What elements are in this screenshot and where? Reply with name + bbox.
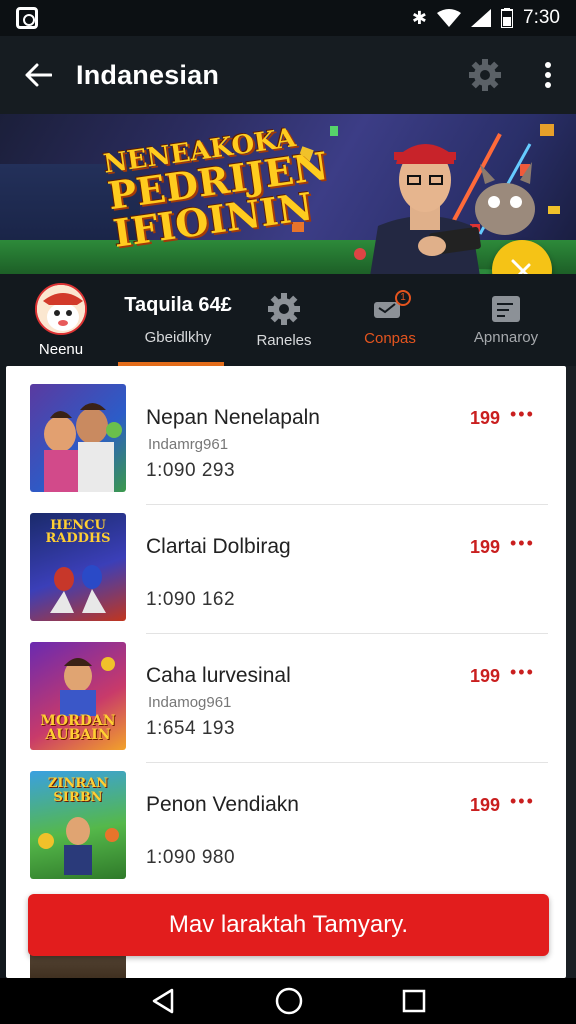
- list-item[interactable]: ZINRAN SIRBN Penon Vendiakn 1:090 980 19…: [6, 763, 566, 892]
- game-cover-image: HENCU RADDHS: [30, 513, 126, 621]
- tab-coupons[interactable]: 1 Conpas: [352, 274, 428, 366]
- status-time: 7:30: [523, 7, 560, 28]
- gear-icon: [469, 59, 501, 91]
- item-name: Clartai Dolbirag: [146, 535, 291, 558]
- coupon-badge: 1: [395, 289, 411, 306]
- item-name: Nepan Nenelapaln: [146, 406, 320, 429]
- game-cover-image: ZINRAN SIRBN: [30, 771, 126, 879]
- more-vert-icon: [545, 62, 551, 88]
- item-price: 199: [470, 408, 501, 428]
- game-cover-image: [30, 384, 126, 492]
- item-more-icon[interactable]: •••: [510, 533, 535, 554]
- tab-overview[interactable]: Taquila 64£ Gbeidlkhy: [116, 274, 240, 366]
- item-name: Caha lurvesinal: [146, 664, 291, 687]
- tab-releases[interactable]: Raneles: [246, 274, 322, 366]
- app-bar: Indanesian: [0, 36, 576, 114]
- settings-button[interactable]: [450, 36, 520, 114]
- item-number: 1:654 193: [146, 718, 236, 739]
- nav-recents-icon[interactable]: [402, 989, 426, 1013]
- wifi-icon: [437, 9, 462, 27]
- item-more-icon[interactable]: •••: [510, 662, 535, 683]
- item-subtitle: Indamrg961: [148, 436, 229, 453]
- product-list: Nepan Nenelapaln Indamrg961 1:090 293 19…: [6, 366, 566, 978]
- tab-overview-label: Gbeidlkhy: [144, 329, 212, 346]
- item-number: 1:090 162: [146, 589, 236, 610]
- nav-home-icon[interactable]: [275, 987, 303, 1015]
- tab-bar: Neenu Taquila 64£ Gbeidlkhy Raneles 1 Co…: [0, 274, 576, 366]
- arrow-back-icon: [25, 63, 52, 87]
- avatar: [35, 282, 87, 335]
- item-subtitle: Indamog961: [148, 694, 232, 711]
- screen: ✱ 7:30 Indanesian NENEAKOKA PEDRIJEN IFI…: [0, 0, 576, 1024]
- tab-overview-title: Taquila 64£: [124, 294, 232, 316]
- signal-icon: [471, 9, 492, 27]
- item-price: 199: [470, 537, 501, 557]
- item-more-icon[interactable]: •••: [510, 791, 535, 812]
- overflow-menu-button[interactable]: [520, 36, 576, 114]
- peek-edge: [566, 366, 576, 978]
- item-price: 199: [470, 795, 501, 815]
- item-number: 1:090 293: [146, 460, 236, 481]
- gear-icon: [268, 292, 300, 325]
- item-number: 1:090 980: [146, 847, 236, 868]
- tab-releases-label: Raneles: [256, 331, 312, 349]
- bluetooth-icon: ✱: [411, 7, 428, 28]
- game-cover-title: MORDAN AUBAIN: [40, 713, 116, 743]
- list-item[interactable]: MORDAN AUBAIN Caha lurvesinal Indamog961…: [6, 634, 566, 763]
- item-name: Penon Vendiakn: [146, 793, 299, 816]
- tab-summary[interactable]: Apnnaroy: [456, 274, 556, 366]
- page-title: Indanesian: [76, 59, 220, 90]
- list-item[interactable]: HENCU RADDHS Clartai Dolbirag 1:090 162 …: [6, 505, 566, 634]
- tab-profile-label: Neenu: [38, 340, 84, 358]
- status-bar: ✱ 7:30: [0, 0, 576, 36]
- item-more-icon[interactable]: •••: [510, 404, 535, 425]
- list-item[interactable]: Nepan Nenelapaln Indamrg961 1:090 293 19…: [6, 376, 566, 505]
- mascot-avatar-icon: [37, 284, 85, 333]
- edit-note-icon: [492, 295, 520, 322]
- item-price: 199: [470, 666, 501, 686]
- battery-icon: [501, 8, 514, 28]
- banner-creature-art: [475, 162, 535, 235]
- back-button[interactable]: [0, 36, 76, 114]
- nav-back-icon[interactable]: [150, 988, 176, 1014]
- promo-banner[interactable]: NENEAKOKA PEDRIJEN IFIOININ: [0, 114, 576, 274]
- game-cover-image: MORDAN AUBAIN: [30, 642, 126, 750]
- coupon-icon: 1: [373, 289, 411, 324]
- primary-cta-button[interactable]: Mav laraktah Tamyary.: [28, 894, 549, 956]
- tab-coupons-label: Conpas: [364, 329, 416, 347]
- screenshot-notification-icon: [16, 7, 38, 29]
- tab-summary-label: Apnnaroy: [473, 328, 539, 346]
- system-nav-bar: [0, 978, 576, 1024]
- tab-profile[interactable]: Neenu: [18, 274, 104, 366]
